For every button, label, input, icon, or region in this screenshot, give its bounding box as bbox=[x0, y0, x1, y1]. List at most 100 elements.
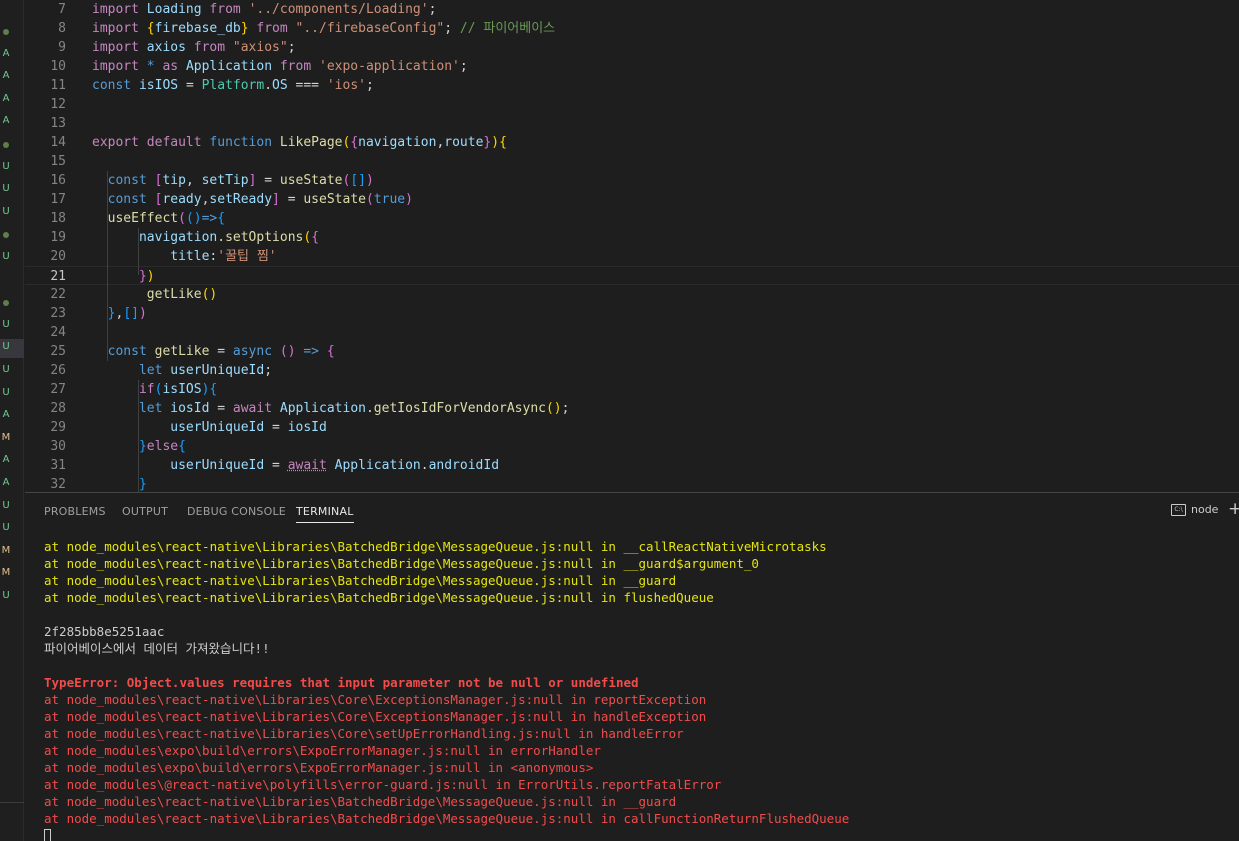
code-token: } bbox=[138, 269, 147, 284]
gutter-status-mark[interactable]: U bbox=[0, 206, 12, 217]
gutter-status-mark[interactable]: M bbox=[0, 545, 12, 556]
code-line[interactable]: 32 } bbox=[25, 475, 1239, 492]
code-token: ) bbox=[365, 173, 374, 188]
gutter-status-mark[interactable]: U bbox=[0, 183, 12, 194]
line-number: 27 bbox=[50, 382, 66, 397]
gutter-status-mark[interactable]: M bbox=[0, 432, 12, 443]
code-line[interactable]: 31 userUniqueId = await Application.andr… bbox=[25, 456, 1239, 475]
terminal-prompt[interactable] bbox=[44, 827, 1234, 841]
gutter-status-mark[interactable]: U bbox=[0, 590, 12, 601]
gutter-status-mark[interactable]: A bbox=[0, 477, 12, 488]
code-token: { bbox=[209, 382, 218, 397]
code-line[interactable]: 21 }) bbox=[25, 266, 1239, 285]
gutter-status-mark[interactable]: U bbox=[0, 251, 12, 262]
code-line[interactable]: 25 const getLike = async () => { bbox=[25, 342, 1239, 361]
code-token: await bbox=[232, 401, 280, 416]
code-token: () bbox=[279, 344, 296, 359]
code-line[interactable]: 28 let iosId = await Application.getIosI… bbox=[25, 399, 1239, 418]
code-text: const getLike = async () => { bbox=[92, 342, 335, 361]
code-text: export default function LikePage({naviga… bbox=[92, 133, 507, 152]
code-token: else bbox=[146, 439, 179, 454]
code-line[interactable]: 9 import axios from "axios"; bbox=[25, 38, 1239, 57]
line-number: 8 bbox=[58, 21, 66, 36]
code-editor[interactable]: 7 import Loading from '../components/Load… bbox=[25, 0, 1239, 492]
gutter-status-mark[interactable]: U bbox=[0, 364, 12, 375]
code-line[interactable]: 20 title:'꿀팁 찜' bbox=[25, 247, 1239, 266]
gutter-status-mark[interactable]: U bbox=[0, 522, 12, 533]
gutter-status-mark[interactable]: U bbox=[0, 319, 12, 330]
code-line[interactable]: 16 const [tip, setTip] = useState([]) bbox=[25, 171, 1239, 190]
gutter-status-mark[interactable]: U bbox=[0, 387, 12, 398]
gutter-status-mark[interactable]: U bbox=[0, 500, 12, 511]
code-line[interactable]: 12 bbox=[25, 95, 1239, 114]
terminal-line: at node_modules\react-native\Libraries\C… bbox=[44, 726, 684, 741]
code-token: useState bbox=[303, 192, 366, 207]
gutter-status-mark[interactable]: A bbox=[0, 48, 12, 59]
code-token: iosId bbox=[170, 401, 218, 416]
code-token: ) bbox=[146, 269, 155, 284]
code-token: '../components/Loading' bbox=[248, 2, 429, 17]
code-token: navigation bbox=[358, 135, 437, 150]
code-line[interactable]: 27 if(isIOS){ bbox=[25, 380, 1239, 399]
code-line[interactable]: 29 userUniqueId = iosId bbox=[25, 418, 1239, 437]
terminal-output[interactable]: at node_modules\react-native\Libraries\B… bbox=[44, 538, 1234, 841]
terminal-icon[interactable]: C:\ bbox=[1171, 504, 1186, 516]
terminal-line: at node_modules\react-native\Libraries\B… bbox=[44, 539, 827, 554]
code-line[interactable]: 18 useEffect(()=>{ bbox=[25, 209, 1239, 228]
code-token: OS bbox=[272, 78, 296, 93]
code-line[interactable]: 8 import {firebase_db} from "../firebaseC… bbox=[25, 19, 1239, 38]
gutter-status-mark[interactable]: M bbox=[0, 567, 12, 578]
code-token: const bbox=[92, 78, 139, 93]
code-line[interactable]: 23 },[]) bbox=[25, 304, 1239, 323]
code-token: ; bbox=[428, 2, 437, 17]
code-line[interactable]: 11 const isIOS = Platform.OS === 'ios'; bbox=[25, 76, 1239, 95]
code-line[interactable]: 7 import Loading from '../components/Load… bbox=[25, 0, 1239, 19]
line-number: 16 bbox=[50, 173, 66, 188]
code-token: . bbox=[420, 458, 429, 473]
code-line[interactable]: 24 bbox=[25, 323, 1239, 342]
terminal-name[interactable]: node bbox=[1191, 503, 1218, 516]
code-line[interactable]: 30 }else{ bbox=[25, 437, 1239, 456]
gutter-status-mark[interactable]: A bbox=[0, 454, 12, 465]
code-token: = bbox=[217, 401, 233, 416]
gutter-status-mark[interactable]: U bbox=[0, 341, 12, 352]
plus-icon[interactable]: + bbox=[1228, 499, 1239, 519]
code-line[interactable]: 19 navigation.setOptions({ bbox=[25, 228, 1239, 247]
gutter-status-mark[interactable]: A bbox=[0, 409, 12, 420]
code-token: * bbox=[146, 59, 163, 74]
terminal-line: at node_modules\react-native\Libraries\B… bbox=[44, 794, 677, 809]
code-token: = bbox=[256, 173, 280, 188]
code-line[interactable]: 17 const [ready,setReady] = useState(tru… bbox=[25, 190, 1239, 209]
line-number: 21 bbox=[50, 269, 66, 284]
code-token: => bbox=[201, 211, 218, 226]
code-line[interactable]: 22 getLike() bbox=[25, 285, 1239, 304]
tab-output[interactable]: OUTPUT bbox=[122, 505, 168, 518]
line-number: 13 bbox=[50, 116, 66, 131]
code-line[interactable]: 13 bbox=[25, 114, 1239, 133]
gutter-status-mark[interactable]: A bbox=[0, 93, 12, 104]
gutter-status-mark[interactable]: U bbox=[0, 161, 12, 172]
terminal-line: at node_modules\react-native\Libraries\B… bbox=[44, 811, 850, 826]
tab-terminal[interactable]: TERMINAL bbox=[296, 505, 354, 523]
line-number: 18 bbox=[50, 211, 66, 226]
tab-debug-console[interactable]: DEBUG CONSOLE bbox=[187, 505, 286, 518]
terminal-line: 파이어베이스에서 데이터 가져왔습니다!! bbox=[44, 641, 270, 656]
code-token: async bbox=[232, 344, 280, 359]
code-line[interactable]: 15 bbox=[25, 152, 1239, 171]
tab-problems[interactable]: PROBLEMS bbox=[44, 505, 106, 518]
code-token: getIosIdForVendorAsync bbox=[373, 401, 546, 416]
code-token: await bbox=[287, 458, 327, 473]
code-line[interactable]: 26 let userUniqueId; bbox=[25, 361, 1239, 380]
code-line[interactable]: 10 import * as Application from 'expo-app… bbox=[25, 57, 1239, 76]
code-token: { bbox=[499, 135, 507, 150]
terminal-line: at node_modules\@react-native\polyfills\… bbox=[44, 777, 722, 792]
gutter-status-mark[interactable]: A bbox=[0, 70, 12, 81]
gutter-status-mark[interactable]: A bbox=[0, 115, 12, 126]
code-text: import {firebase_db} from "../firebaseCo… bbox=[92, 19, 555, 38]
code-line[interactable]: 14 export default function LikePage({navi… bbox=[25, 133, 1239, 152]
